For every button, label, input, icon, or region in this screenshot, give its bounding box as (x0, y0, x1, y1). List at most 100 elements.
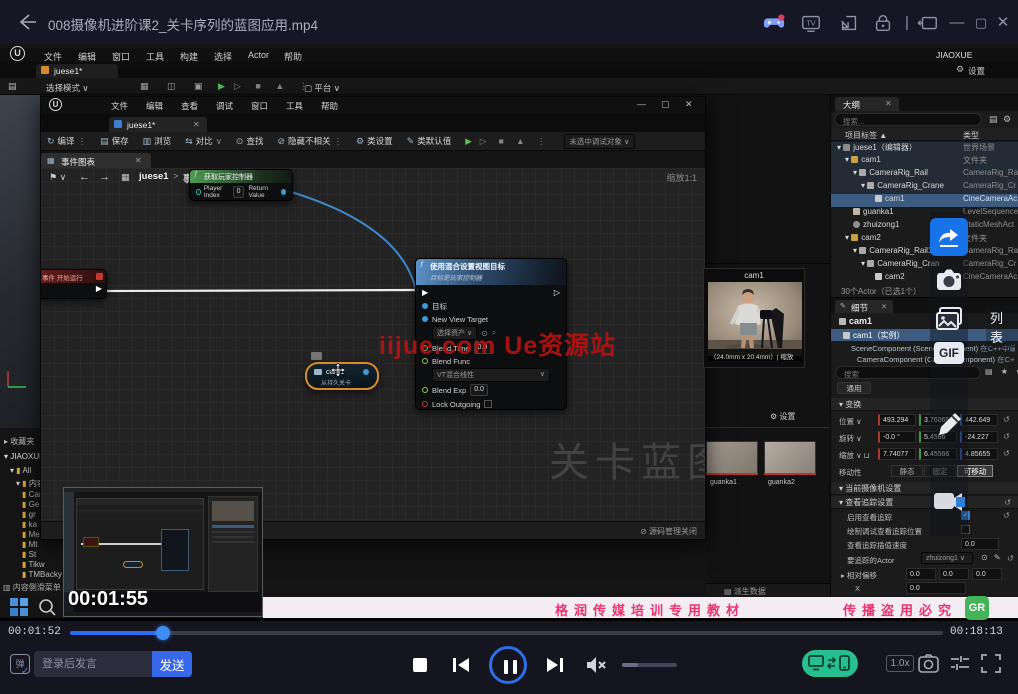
seek-handle[interactable] (156, 626, 170, 640)
exec-out-pin: ▷ (554, 288, 560, 297)
outliner-tab-label: 大纲 (843, 99, 860, 111)
bp-menu-item: 工具 (286, 100, 303, 112)
watermark-banner: 格润传媒培训专用教材 传播盗用必究 GR (263, 597, 1018, 618)
screenshot-tool-icon[interactable] (933, 264, 965, 296)
scale-x: 7.74077 (878, 448, 916, 460)
divider: | (903, 12, 911, 34)
send-button[interactable]: 发送 (152, 651, 192, 677)
bp-diff-button: ⇆对比∨ (185, 135, 222, 147)
next-button[interactable] (546, 657, 564, 673)
details-tab-icon: ✎ (840, 302, 846, 310)
share-arrow-icon (937, 226, 961, 248)
camera-preview: cam1 （24.0mm x 20.4mm）| 缩放 (703, 268, 805, 368)
settings-button[interactable] (950, 655, 970, 672)
ue-user-label: JIAOXUE (936, 50, 972, 60)
pin-label: New View Target (432, 315, 488, 324)
back-icon[interactable] (16, 12, 38, 32)
outliner-row: ▾ cam1文件夹 (831, 155, 1018, 168)
asset-label: guanka1 (710, 479, 737, 486)
image-tool-icon[interactable] (933, 303, 965, 335)
pin-label: Lock Outgoing (432, 400, 480, 409)
bp-menu-item: 帮助 (321, 100, 338, 112)
bp-compile-button: ↻编译⋮ (47, 135, 86, 147)
banner-text-left: 格润传媒培训专用教材 (555, 600, 745, 619)
seek-bar[interactable] (70, 631, 943, 635)
bp-tab-close-icon: ✕ (193, 120, 200, 129)
checkbox-unchecked (484, 400, 492, 408)
rotation-x: -0.0 ° (878, 431, 916, 443)
device-cast-button[interactable] (802, 650, 858, 677)
outliner-tab-row: 大纲 ✕ (831, 95, 1018, 111)
source-control-status: ⊘ 源码管理关闭 (640, 526, 697, 537)
mute-button[interactable] (585, 656, 607, 674)
pause-button[interactable] (489, 646, 527, 684)
gr-logo: GR (965, 596, 989, 620)
outliner-row: ▾ juese1（编辑器）世界场景 (831, 142, 1018, 155)
volume-slider[interactable] (622, 663, 677, 667)
select-mode-label: 选择模式 (46, 83, 80, 93)
tv-icon[interactable]: TV (800, 12, 822, 34)
reset-icon: ↺ (1003, 432, 1010, 441)
tree-folder: ▮ Me (22, 530, 40, 539)
function-icon: ƒ (420, 261, 424, 268)
pin-value: 0 (233, 186, 245, 198)
actor-icon (314, 369, 322, 375)
camera-preview-title: cam1 (704, 271, 804, 280)
pencil-tool-icon[interactable] (936, 410, 964, 438)
pin-value: 0.0 (470, 384, 488, 396)
interp-speed-value: 0.0 (961, 538, 999, 550)
outliner-header: 项目标签 ▲ 类型 (831, 128, 1018, 141)
bp-menu-item: 调试 (216, 100, 233, 112)
total-time: 00:18:13 (950, 626, 1003, 638)
mini-player-icon[interactable] (917, 12, 939, 34)
fullscreen-button[interactable] (981, 654, 1001, 673)
reset-icon: ↺ (1007, 554, 1014, 563)
outliner-row: cam2CineCameraAc (831, 272, 1018, 285)
x-value: 0.0 (906, 582, 966, 594)
video-frame[interactable]: U 文件 编辑 窗口 工具 构建 选择 Actor 帮助 JIAOXUE jue… (0, 44, 1018, 621)
ue-menu-actor: Actor (248, 50, 269, 60)
share-button[interactable] (930, 218, 968, 256)
outliner-row-selected: cam1CineCameraAc (831, 194, 1018, 207)
platform-label: 平台 (314, 83, 331, 93)
gif-tool-icon[interactable]: GIF (934, 342, 964, 364)
scale-label: 缩放 ∨ ⊔ (839, 450, 870, 461)
app-window: 008摄像机进阶课2_关卡序列的蓝图应用.mp4 TV | — ▢ ✕ U 文件… (0, 0, 1018, 694)
node-subtitle: 目标是玩家控制器 (430, 272, 482, 282)
screen-cast-icon[interactable] (838, 12, 860, 34)
transform-section-header: ▾ 变换 (831, 398, 1018, 411)
outliner-row: ▾ CameraRig_RailCameraRig_Ra (831, 168, 1018, 181)
playback-speed[interactable]: 1.0x (886, 655, 914, 672)
close-button[interactable]: ✕ (992, 12, 1014, 34)
content-drawer-label: ▥ 内容侧滑菜单 (3, 582, 61, 593)
previous-button[interactable] (452, 657, 470, 673)
snapshot-button[interactable] (918, 654, 939, 673)
stop-button[interactable] (413, 658, 427, 672)
actor-to-track-dropdown: zhuizong1 ∨ (921, 552, 973, 564)
record-tool-icon[interactable] (932, 488, 966, 516)
offset-z: 0.0 (972, 568, 1002, 580)
pin-label: Return Value (248, 185, 278, 199)
enable-tracking-label: 启用查看追踪 (847, 512, 892, 523)
bp-tab-label: juese1* (127, 120, 155, 130)
outliner-row: guanka1LevelSequence (831, 207, 1018, 220)
details-actor-name: cam1 (839, 316, 872, 326)
taskbar-search-icon (38, 598, 56, 616)
tree-favorites: ▸ 收藏夹 (4, 436, 34, 447)
bp-toolbar: ↻编译⋮ ▤保存 ▥浏览 ⇆对比∨ ⊙查找 ⊘隐藏不相关⋮ ⚙类设置 ✎类默认值… (41, 132, 705, 151)
danmaku-toggle[interactable]: 弹 ✓ (10, 654, 30, 674)
minimize-button[interactable]: — (946, 12, 968, 34)
bp-close-icon: ✕ (685, 99, 693, 110)
lock-icon[interactable] (872, 12, 894, 34)
playlist-collapse-icon[interactable]: < (995, 332, 1003, 347)
reset-icon: ↺ (1003, 511, 1010, 520)
gamepad-icon[interactable] (763, 12, 785, 34)
bp-play-controls: ▶▷ ■ ▲ ⋮ (465, 136, 550, 147)
chat-input[interactable] (34, 651, 152, 677)
maximize-button[interactable]: ▢ (970, 12, 992, 34)
node-title: 获取玩家控制器 (204, 172, 253, 182)
outliner-footer: 30个Actor（已选1个） (841, 286, 921, 297)
video-title: 008摄像机进阶课2_关卡序列的蓝图应用.mp4 (48, 14, 318, 34)
tree-folder: ▮ Mt (22, 540, 38, 549)
tree-folder: ▮ Tikw (22, 560, 45, 569)
